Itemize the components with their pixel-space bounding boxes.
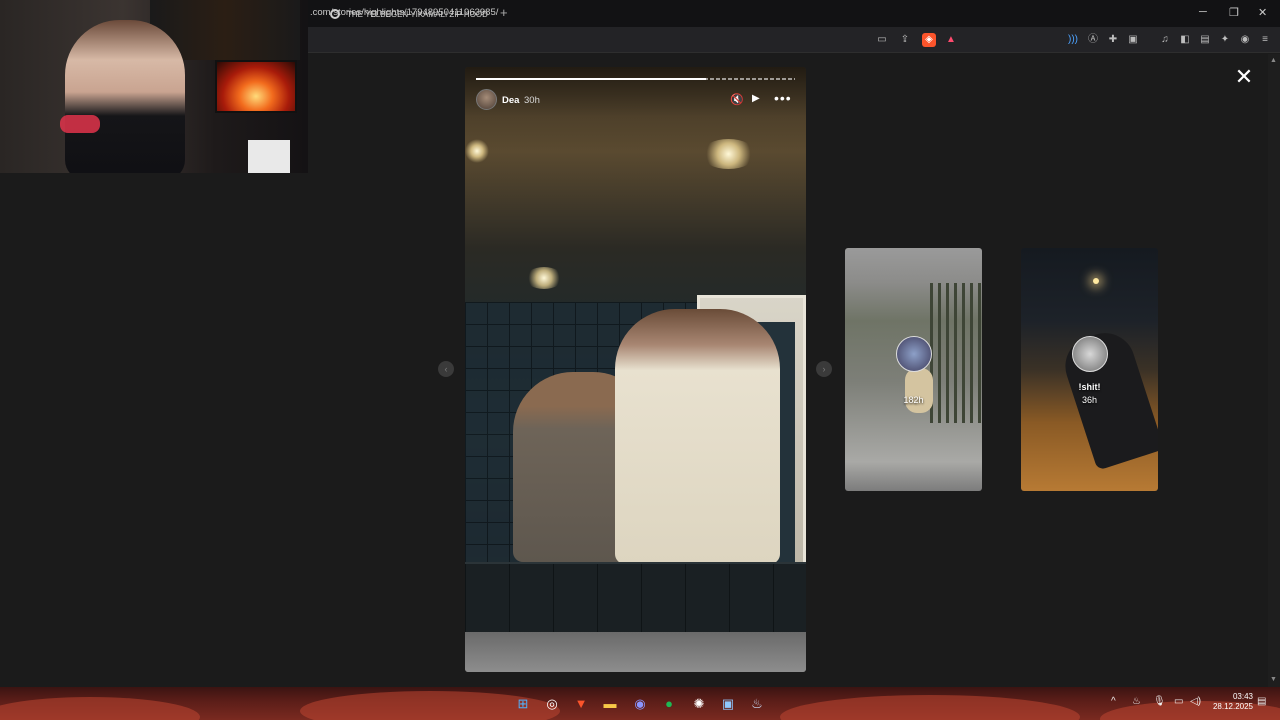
clock-date: 28.12.2025 [1212, 702, 1253, 711]
story-preview[interactable]: !shit! 36h [1021, 248, 1158, 491]
dog [905, 368, 933, 413]
window-close-button[interactable]: ✕ [1258, 6, 1267, 19]
extensions-icon[interactable]: ✚ [1106, 33, 1120, 47]
person-right [615, 309, 780, 564]
screen: THE YELBEGEN YIKAMALI ZIP HOOD + ─ ❐ ✕ .… [0, 0, 1280, 720]
mute-icon[interactable]: 🔇 [730, 93, 744, 106]
scrollbar[interactable]: ▲ ▼ [1268, 54, 1280, 687]
ceiling-light [525, 267, 563, 289]
new-tab-button[interactable]: + [500, 5, 508, 20]
reader-icon[interactable]: Ⓐ [1086, 33, 1100, 47]
story-image[interactable] [465, 67, 806, 672]
wallpaper-cloud [780, 695, 1080, 720]
preview-time: 182h [903, 395, 924, 405]
headphones [60, 115, 100, 133]
ceiling-light [701, 139, 756, 169]
url-field[interactable]: .com/stories/highlights/1794895041196398… [310, 7, 498, 18]
leo-ai-icon[interactable]: ✦ [1218, 33, 1232, 47]
spotify-icon[interactable]: ● [659, 694, 679, 714]
preview-avatar [1072, 336, 1108, 372]
wallet-icon[interactable]: ▤ [1198, 33, 1212, 47]
screenshot-icon[interactable]: ▣ [1126, 33, 1140, 47]
story-preview[interactable]: 182h [845, 248, 982, 491]
volume-icon[interactable]: ◁) [1190, 696, 1201, 707]
tray-overflow-icon[interactable]: ^ [1111, 696, 1116, 707]
wallpaper-cloud [0, 697, 200, 720]
fireplace-screen [215, 60, 297, 113]
counter [465, 562, 806, 632]
story-header-shade [465, 67, 806, 117]
file-explorer-icon[interactable]: ▬ [600, 694, 620, 714]
vpn-icon[interactable]: ◉ [1238, 33, 1252, 47]
cast-icon[interactable]: ▭ [875, 33, 889, 47]
chrome-dev-icon[interactable]: ◎ [542, 694, 562, 714]
share-icon[interactable]: ⇪ [898, 33, 912, 47]
translate-icon[interactable]: ))) [1066, 33, 1080, 47]
menu-icon[interactable]: ≡ [1258, 33, 1272, 47]
story-progress-fill [476, 78, 706, 80]
steam-icon[interactable]: ♨ [747, 694, 767, 714]
clock-time: 03:43 [1232, 692, 1253, 701]
preview-time: 36h [1081, 395, 1098, 405]
brave-icon[interactable]: ▼ [571, 694, 591, 714]
next-story-button[interactable]: › [816, 361, 832, 377]
story-username[interactable]: Dea [502, 95, 519, 106]
white-box [248, 140, 290, 173]
sidebar-icon[interactable]: ◧ [1178, 33, 1192, 47]
preview-name: !shit! [1078, 382, 1101, 392]
tray-steam-icon[interactable]: ♨ [1132, 696, 1141, 707]
brave-shields-icon[interactable]: ◈ [922, 33, 936, 47]
brave-rewards-icon[interactable]: ▲ [944, 33, 958, 47]
floor [465, 632, 806, 672]
clock[interactable]: 03:43 28.12.2025 [1205, 692, 1253, 712]
minimize-button[interactable]: ─ [1199, 6, 1207, 18]
notifications-icon[interactable]: ▤ [1257, 696, 1266, 707]
media-icon[interactable]: ♫ [1158, 33, 1172, 47]
discord-icon[interactable]: ◉ [630, 694, 650, 714]
network-icon[interactable]: ▭ [1174, 696, 1183, 707]
scroll-down-icon[interactable]: ▼ [1270, 676, 1277, 683]
restore-button[interactable]: ❐ [1229, 6, 1239, 19]
microphone-icon[interactable]: 🎙 [1153, 696, 1166, 707]
avatar[interactable] [476, 89, 497, 110]
play-icon[interactable]: ▶ [752, 93, 760, 104]
close-viewer-button[interactable]: ✕ [1234, 66, 1254, 88]
streamer [65, 20, 185, 173]
window-app-icon[interactable]: ▣ [718, 694, 738, 714]
steelseries-icon[interactable]: ✺ [689, 694, 709, 714]
more-options-icon[interactable]: ••• [774, 90, 792, 106]
story-time: 30h [524, 95, 540, 106]
scroll-up-icon[interactable]: ▲ [1270, 57, 1277, 64]
webcam-overlay [0, 0, 308, 173]
windows-start-icon[interactable]: ⊞ [513, 694, 533, 714]
preview-avatar [896, 336, 932, 372]
previous-story-button[interactable]: ‹ [438, 361, 454, 377]
ceiling-light [465, 139, 489, 163]
street-light [1093, 278, 1099, 284]
